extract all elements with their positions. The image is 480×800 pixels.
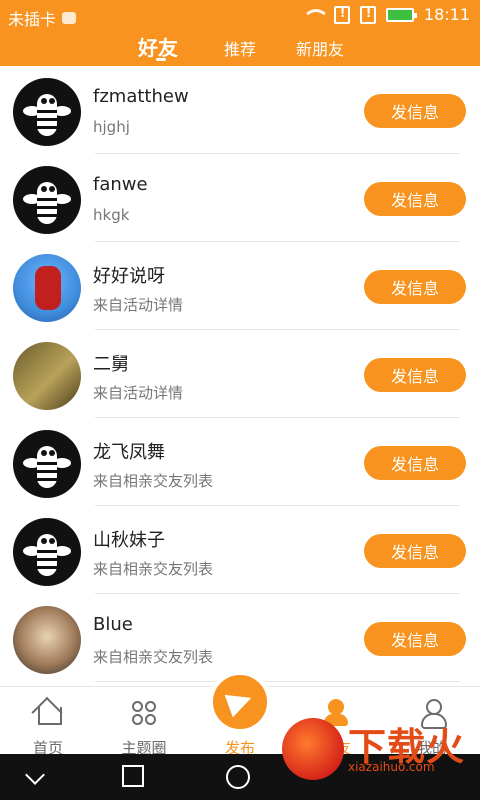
friend-row[interactable]: fanwe hkgk 发信息 [0,154,480,242]
bee-logo-icon [13,518,81,586]
status-bar: 未插卡 18:11 [0,0,480,30]
friend-name: fzmatthew [93,86,189,107]
friend-name: 好好说呀 [93,266,165,287]
send-message-button[interactable]: 发信息 [364,358,466,392]
friend-subtitle: 来自相亲交友列表 [93,648,214,666]
publish-button[interactable] [209,671,271,733]
friend-row[interactable]: 二舅 来自活动详情 发信息 [0,330,480,418]
avatar-photo [13,606,81,674]
tab-new-friends[interactable]: 新朋友 [296,36,344,60]
friend-row[interactable]: fzmatthew hjghj 发信息 [0,66,480,154]
friend-subtitle: hkgk [93,206,130,224]
bee-logo-icon [13,430,81,498]
sim-warning-icon-2 [359,5,376,24]
carrier-status: 未插卡 [8,6,77,30]
send-message-button[interactable]: 发信息 [364,446,466,480]
avatar [13,78,81,146]
friend-row[interactable]: 龙飞凤舞 来自相亲交友列表 发信息 [0,418,480,506]
avatar [13,430,81,498]
top-app-bar: 未插卡 18:11 好友 推荐 新朋友 [0,0,480,66]
status-icons: 18:11 [301,5,470,24]
avatar [13,166,81,234]
friend-name: Blue [93,614,133,635]
friend-row[interactable]: 山秋妹子 来自相亲交友列表 发信息 [0,506,480,594]
android-icon [62,12,77,24]
home-icon [34,699,62,727]
avatar-photo [13,342,81,410]
friends-list: fzmatthew hjghj 发信息 fanwe hkgk 发信息 好好说呀 … [0,66,480,686]
tab-recommend[interactable]: 推荐 [224,36,256,60]
tab-friends[interactable]: 好友 [138,32,178,61]
paper-plane-icon [224,686,256,718]
friends-icon [322,699,350,727]
person-icon [418,699,447,729]
person-silhouette [35,266,61,310]
sim-warning-icon [333,5,350,24]
friend-subtitle: 来自活动详情 [93,384,184,402]
friend-subtitle: 来自相亲交友列表 [93,560,214,578]
tab-label: 新朋友 [296,40,345,59]
friend-subtitle: 来自活动详情 [93,296,184,314]
recent-apps-icon[interactable] [122,765,144,787]
carrier-text: 未插卡 [8,10,57,29]
friend-name: 山秋妹子 [93,530,165,551]
grid-icon [130,699,158,727]
bee-logo-icon [13,166,81,234]
tab-active-indicator [156,58,166,61]
system-navigation-bar [0,754,480,800]
friends-tabs: 好友 推荐 新朋友 [0,30,480,66]
bee-logo-icon [13,78,81,146]
send-message-button[interactable]: 发信息 [364,534,466,568]
bottom-navigation: 首页 主题圈 发布 好友 我的 [0,671,480,757]
divider [95,681,460,682]
send-message-button[interactable]: 发信息 [364,622,466,656]
avatar [13,518,81,586]
back-icon[interactable] [25,765,45,785]
clock: 18:11 [423,5,470,24]
send-message-button[interactable]: 发信息 [364,182,466,216]
friend-row[interactable]: Blue 来自相亲交友列表 发信息 [0,594,480,682]
friend-name: fanwe [93,174,148,195]
friend-subtitle: hjghj [93,118,130,136]
friend-subtitle: 来自相亲交友列表 [93,472,214,490]
friend-name: 龙飞凤舞 [93,442,165,463]
home-button-icon[interactable] [226,765,250,789]
wifi-icon [301,7,330,23]
tab-label: 推荐 [224,40,257,59]
send-message-button[interactable]: 发信息 [364,94,466,128]
friend-name: 二舅 [93,354,129,375]
friend-row[interactable]: 好好说呀 来自活动详情 发信息 [0,242,480,330]
send-message-button[interactable]: 发信息 [364,270,466,304]
avatar-photo [13,254,81,322]
tab-label: 好友 [138,36,178,60]
battery-icon [385,7,417,22]
